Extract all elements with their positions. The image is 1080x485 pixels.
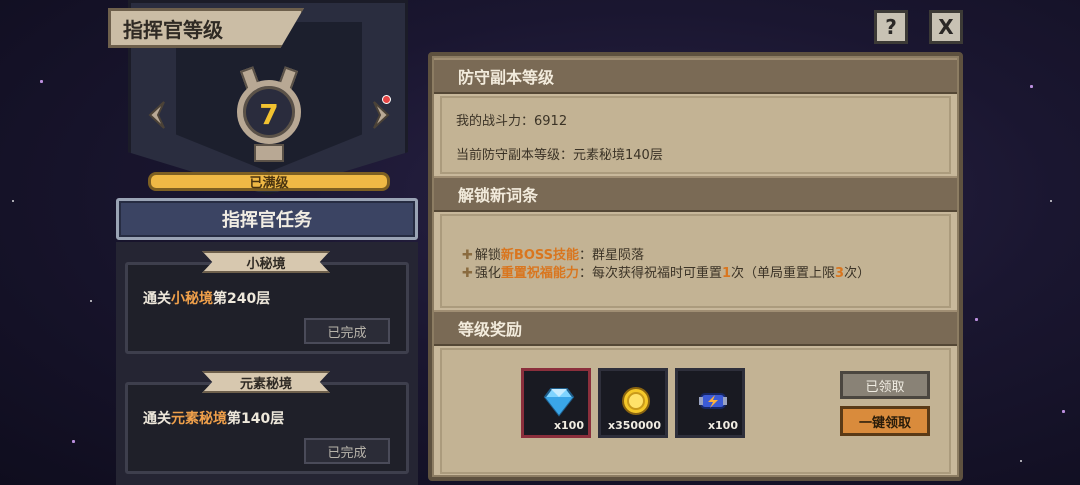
enhance-line: ✚ 强化重置祝福能力：每次获得祝福时可重置1次（单局重置上限3次） — [462, 262, 870, 281]
reward-quantity: x350000 — [607, 419, 661, 432]
next-level-arrow-icon[interactable] — [372, 100, 392, 130]
commander-tasks-header: 指挥官任务 — [116, 198, 418, 240]
notification-dot-icon — [382, 95, 391, 104]
enhance-text: 次） — [844, 266, 871, 281]
task-category-ribbon: 小秘境 — [202, 251, 330, 273]
bullet-icon: ✚ — [462, 248, 473, 263]
level-emblem: 7 — [228, 66, 310, 166]
bullet-icon: ✚ — [462, 266, 473, 281]
defense-level-header: 防守副本等级 — [434, 58, 957, 94]
star-decoration — [1050, 200, 1052, 202]
combat-power-value: 6912 — [534, 114, 568, 129]
task-desc-suffix: 第140层 — [227, 411, 285, 427]
combat-power-line: 我的战斗力：6912 — [456, 110, 567, 129]
diamond-icon — [543, 388, 575, 417]
task-category-ribbon: 元素秘境 — [202, 371, 330, 393]
task-completed-button[interactable]: 已完成 — [304, 318, 390, 344]
defense-level-line: 当前防守副本等级：元素秘境140层 — [456, 144, 663, 163]
unlock-line: ✚ 解锁新BOSS技能：群星陨落 — [462, 244, 644, 263]
claim-all-button[interactable]: 一键领取 — [840, 406, 930, 436]
reward-slot[interactable]: x100 — [521, 368, 591, 438]
task-desc-suffix: 第240层 — [213, 291, 271, 307]
star-decoration — [72, 440, 75, 443]
energy-capsule-icon — [699, 393, 727, 409]
gold-coin-icon — [622, 387, 650, 415]
task-completed-button[interactable]: 已完成 — [304, 438, 390, 464]
unlock-entries-header: 解锁新词条 — [434, 176, 957, 212]
commander-level-number: 7 — [259, 98, 279, 131]
enhance-number: 3 — [835, 266, 845, 281]
unlock-prefix: 解锁 — [474, 248, 501, 263]
claimed-button[interactable]: 已领取 — [840, 371, 930, 399]
enhance-highlight: 重置祝福能力 — [500, 266, 579, 281]
emblem-base — [254, 144, 284, 162]
star-decoration — [975, 318, 978, 321]
reward-quantity: x100 — [707, 419, 738, 432]
task-desc-prefix: 通关 — [143, 291, 171, 307]
reward-slot[interactable]: x350000 — [598, 368, 668, 438]
task-desc-highlight: 小秘境 — [171, 291, 213, 307]
unlock-highlight: 新BOSS技能 — [500, 248, 580, 263]
defense-level-label: 当前防守副本等级： — [456, 148, 574, 163]
enhance-text: ：每次获得祝福时可重置 — [578, 266, 722, 281]
enhance-text: 次（单局重置上限 — [731, 266, 836, 281]
close-button[interactable]: X — [929, 10, 963, 44]
enhance-number: 1 — [721, 266, 731, 281]
prev-level-arrow-icon[interactable] — [146, 100, 166, 130]
star-decoration — [90, 300, 92, 302]
defense-level-value: 元素秘境140层 — [573, 148, 663, 163]
star-decoration — [1062, 410, 1065, 413]
star-decoration — [1030, 85, 1033, 88]
combat-power-label: 我的战斗力： — [456, 114, 535, 129]
enhance-prefix: 强化 — [474, 266, 501, 281]
unlock-suffix: ：群星陨落 — [579, 248, 645, 263]
star-decoration — [1020, 460, 1022, 462]
help-button[interactable]: ? — [874, 10, 908, 44]
task-desc-highlight: 元素秘境 — [171, 411, 227, 427]
task-description: 通关元素秘境第140层 — [143, 408, 284, 428]
star-decoration — [40, 80, 43, 83]
star-decoration — [12, 200, 14, 202]
page-title: 指挥官等级 — [108, 8, 304, 48]
level-rewards-header: 等级奖励 — [434, 310, 957, 346]
task-desc-prefix: 通关 — [143, 411, 171, 427]
task-description: 通关小秘境第240层 — [143, 288, 270, 308]
max-level-bar: 已满级 — [148, 172, 390, 191]
reward-quantity: x100 — [553, 419, 584, 432]
reward-slot[interactable]: x100 — [675, 368, 745, 438]
